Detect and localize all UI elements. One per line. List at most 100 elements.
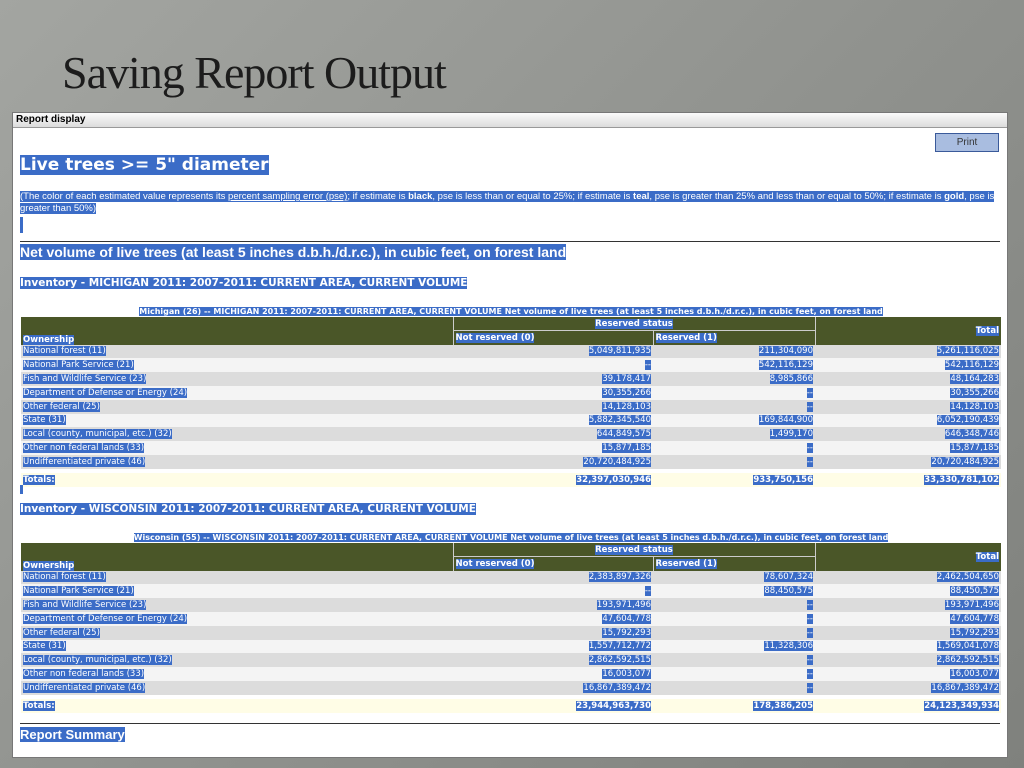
cell-value: 2,462,504,650 — [936, 572, 999, 583]
ownership-label: National forest (11) — [23, 572, 106, 583]
cell-value: 88,450,575 — [950, 586, 999, 597]
ownership-label: National forest (11) — [23, 346, 106, 357]
totals-row: Totals: 23,944,963,730 178,386,205 24,123,3… — [21, 698, 1001, 713]
total-value: 933,750,156 — [753, 474, 813, 485]
ownership-label: Department of Defense or Energy (24) — [23, 613, 188, 624]
ownership-label: Other non federal lands (33) — [23, 669, 145, 680]
cell-value: 16,003,077 — [602, 669, 651, 680]
cell-value: 20,720,484,925 — [583, 456, 651, 467]
total-value: 24,123,349,934 — [924, 700, 999, 711]
table-caption: Wisconsin (55) -- WISCONSIN 2011: 2007-2… — [133, 533, 889, 542]
slide-title: Saving Report Output — [62, 47, 447, 98]
cell-value: 78,607,324 — [764, 572, 813, 583]
cell-value: -- — [806, 401, 813, 412]
table-row: Undifferentiated private (46) 20,720,484,… — [21, 454, 1001, 469]
cell-value: 15,792,293 — [950, 627, 999, 638]
cell-value: 644,849,575 — [596, 429, 651, 440]
cell-value: 16,003,077 — [950, 669, 999, 680]
cell-value: -- — [806, 443, 813, 454]
total-value: 32,397,030,946 — [576, 474, 651, 485]
table-row: State (31) 5,882,345,540 169,844,900 6,052,… — [21, 413, 1001, 428]
column-header: Total — [975, 325, 999, 336]
ownership-label: Undifferentiated private (46) — [23, 456, 146, 467]
cell-value: 15,792,293 — [602, 627, 651, 638]
cell-value: 16,867,389,472 — [583, 682, 651, 693]
cell-value: 30,355,266 — [602, 387, 651, 398]
total-value: 23,944,963,730 — [576, 700, 651, 711]
cell-value: 5,049,811,935 — [588, 346, 651, 357]
cell-value: 542,116,129 — [758, 360, 813, 371]
divider — [20, 241, 1000, 242]
ownership-label: State (31) — [23, 641, 66, 652]
cell-value: -- — [806, 613, 813, 624]
table-row: Department of Defense or Energy (24) 30,3… — [21, 385, 1001, 400]
volume-table: Ownership Reserved status Total Not reserve… — [21, 543, 1001, 713]
column-header: Ownership — [23, 560, 75, 571]
cell-value: -- — [806, 682, 813, 693]
cell-value: -- — [806, 456, 813, 467]
cell-value: -- — [806, 627, 813, 638]
pse-link[interactable]: percent sampling error (pse) — [228, 191, 347, 202]
cell-value: -- — [806, 387, 813, 398]
cell-value: -- — [806, 669, 813, 680]
table-row: National forest (11) 2,383,897,326 78,607,… — [21, 570, 1001, 585]
ownership-label: Fish and Wildlife Service (23) — [23, 374, 147, 385]
cell-value: 169,844,900 — [758, 415, 813, 426]
cell-value: 11,328,306 — [764, 641, 813, 652]
cell-value: 5,882,345,540 — [588, 415, 651, 426]
cell-value: 14,128,103 — [602, 401, 651, 412]
table-row: National Park Service (21) -- 542,116,129 5… — [21, 358, 1001, 373]
pse-note: (The color of each estimated value repre… — [20, 191, 995, 214]
cell-value: 47,604,778 — [602, 613, 651, 624]
cell-value: 14,128,103 — [950, 401, 999, 412]
ownership-label: National Park Service (21) — [23, 360, 134, 371]
ownership-label: Local (county, municipal, etc.) (32) — [23, 429, 172, 440]
column-header: Not reserved (0) — [455, 332, 535, 343]
totals-label: Totals: — [23, 474, 55, 485]
divider — [20, 723, 1000, 724]
cell-value: 5,261,116,025 — [936, 346, 999, 357]
print-button[interactable]: Print — [935, 133, 999, 152]
cell-value: 1,569,041,078 — [936, 641, 999, 652]
table-row: Fish and Wildlife Service (23) 193,971,49… — [21, 598, 1001, 612]
cell-value: 30,355,266 — [950, 387, 999, 398]
ownership-label: National Park Service (21) — [23, 586, 134, 597]
cell-value: 2,383,897,326 — [588, 572, 651, 583]
ownership-label: Undifferentiated private (46) — [23, 682, 146, 693]
ownership-label: Other federal (25) — [23, 627, 100, 638]
ownership-label: Fish and Wildlife Service (23) — [23, 600, 147, 611]
cell-value: 47,604,778 — [950, 613, 999, 624]
totals-label: Totals: — [23, 700, 55, 711]
cell-value: -- — [644, 360, 651, 371]
header-row: Ownership Reserved status Total — [21, 317, 1001, 345]
table-row: Fish and Wildlife Service (23) 39,178,417… — [21, 372, 1001, 386]
ownership-label: Other non federal lands (33) — [23, 443, 145, 454]
column-header: Reserved (1) — [655, 558, 717, 569]
report-heading: Live trees >= 5" diameter — [20, 155, 269, 175]
table-row: Local (county, municipal, etc.) (32) 2,86… — [21, 653, 1001, 668]
cell-value: 211,304,090 — [758, 346, 813, 357]
table-row: Other non federal lands (33) 16,003,077 --… — [21, 667, 1001, 681]
cell-value: 20,720,484,925 — [931, 456, 999, 467]
report-summary-heading: Report Summary — [20, 727, 125, 742]
cell-value: 1,557,712,772 — [588, 641, 651, 652]
cell-value: 542,116,129 — [944, 360, 999, 371]
table-row: Department of Defense or Energy (24) 47,6… — [21, 611, 1001, 626]
group-header: Reserved status — [595, 544, 673, 555]
column-header: Total — [975, 551, 999, 562]
total-value: 33,330,781,102 — [924, 474, 999, 485]
cell-value: 193,971,496 — [596, 600, 651, 611]
totals-row: Totals: 32,397,030,946 933,750,156 33,330,7… — [21, 472, 1001, 487]
table-row: Other non federal lands (33) 15,877,185 --… — [21, 441, 1001, 455]
ownership-label: Local (county, municipal, etc.) (32) — [23, 655, 172, 666]
cell-value: 8,985,866 — [769, 374, 813, 385]
cell-value: 1,499,170 — [769, 429, 813, 440]
table-caption: Michigan (26) -- MICHIGAN 2011: 2007-201… — [139, 307, 883, 316]
cell-value: 15,877,185 — [950, 443, 999, 454]
cell-value: 88,450,575 — [764, 586, 813, 597]
cell-value: 16,867,389,472 — [931, 682, 999, 693]
cell-value: -- — [644, 586, 651, 597]
total-value: 178,386,205 — [753, 700, 813, 711]
inventory-heading: Inventory - MICHIGAN 2011: 2007-2011: CU… — [20, 277, 468, 289]
column-header: Not reserved (0) — [455, 558, 535, 569]
